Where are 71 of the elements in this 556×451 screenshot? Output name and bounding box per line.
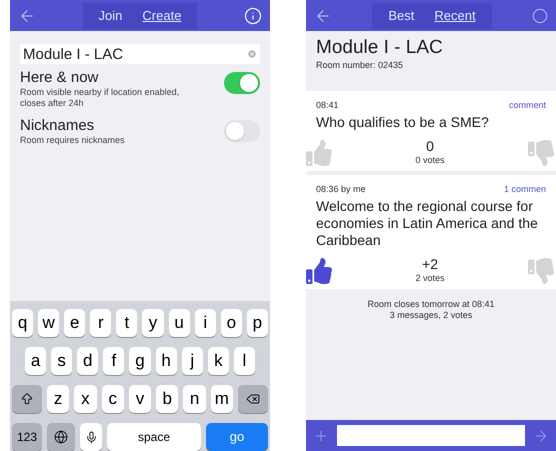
keyboard-key[interactable]: o — [220, 309, 242, 337]
nav-tab[interactable]: Join — [98, 6, 122, 26]
keyboard-key[interactable]: y — [142, 309, 164, 337]
message-meta: 08:36 by me — [316, 182, 366, 196]
shift-icon — [20, 392, 34, 406]
keyboard-key[interactable]: h — [156, 347, 177, 375]
microphone-key[interactable] — [80, 423, 102, 451]
keyboard-key[interactable]: l — [234, 347, 255, 375]
room-name-field[interactable]: Module I - LAC — [20, 44, 260, 64]
room-info-text: 3 messages, 2 votes — [390, 310, 472, 320]
thumbs-up-icon[interactable] — [306, 140, 332, 166]
globe-icon — [54, 430, 68, 444]
keyboard-key[interactable]: v — [128, 385, 152, 413]
keyboard-key[interactable]: i — [194, 309, 216, 337]
keyboard-key[interactable]: f — [103, 347, 124, 375]
keyboard-key[interactable]: r — [90, 309, 112, 337]
message-meta: 08:41 — [316, 98, 339, 112]
keyboard-key[interactable]: b — [156, 385, 178, 413]
keyboard-key[interactable]: c — [102, 385, 124, 413]
keyboard-key[interactable]: n — [183, 385, 206, 413]
toggle-switch[interactable] — [224, 72, 260, 94]
keyboard-key[interactable]: j — [182, 347, 203, 375]
backspace-icon — [246, 392, 260, 406]
comments-link[interactable]: 1 commen — [504, 182, 546, 196]
vote-count: 2 votes — [415, 272, 445, 285]
keyboard-key[interactable]: x — [74, 385, 97, 413]
keyboard-key[interactable]: d — [77, 347, 98, 375]
clear-icon[interactable] — [247, 49, 257, 59]
keyboard-key[interactable]: p — [246, 309, 268, 337]
nav-tab[interactable]: Create — [142, 6, 182, 26]
room-number: Room number: 02435 — [316, 59, 404, 72]
keyboard-key[interactable]: a — [25, 347, 46, 375]
shift-key[interactable] — [12, 385, 42, 413]
keyboard-key[interactable]: e — [64, 309, 86, 337]
setting-description: Room requires nicknames — [20, 135, 126, 146]
space-key[interactable]: space — [107, 423, 201, 451]
circle-icon[interactable] — [532, 8, 548, 24]
keyboard-key[interactable]: s — [51, 347, 72, 375]
vote-score: 0 — [426, 139, 434, 154]
thumbs-up-icon[interactable] — [306, 258, 332, 284]
thumbs-down-icon[interactable] — [528, 258, 554, 284]
vote-count: 0 votes — [415, 154, 445, 167]
room-info-text: Room closes tomorrow at 08:41 — [367, 298, 495, 310]
go-key[interactable]: go — [206, 423, 268, 451]
keyboard-key[interactable]: z — [47, 385, 70, 413]
comments-link[interactable]: comment — [508, 98, 546, 112]
setting-description: Room visible nearby if location enabled, closes after 24h — [20, 87, 180, 109]
backspace-key[interactable] — [238, 385, 268, 413]
vote-score: +2 — [422, 257, 438, 272]
keyboard-key[interactable]: t — [116, 309, 138, 337]
nav-tab[interactable]: Recent — [434, 6, 476, 26]
keyboard-key[interactable]: u — [168, 309, 190, 337]
keyboard-key[interactable]: w — [38, 309, 60, 337]
info-icon[interactable] — [244, 6, 262, 24]
microphone-icon — [84, 430, 98, 444]
setting-title: Nicknames — [20, 117, 96, 135]
field-value: Module I - LAC — [23, 46, 124, 62]
keyboard-key[interactable]: k — [208, 347, 229, 375]
message-input[interactable] — [337, 425, 525, 446]
globe-key[interactable] — [47, 423, 75, 451]
room-title: Module I - LAC — [316, 37, 444, 59]
setting-title: Here & now — [20, 69, 100, 87]
toggle-switch[interactable] — [224, 120, 260, 142]
message-text: Welcome to the regional course for economies in Latin America and the Caribbean — [315, 198, 539, 249]
nav-tab[interactable]: Best — [388, 6, 414, 26]
keyboard-key[interactable]: q — [12, 309, 34, 337]
keyboard-key[interactable]: m — [210, 385, 233, 413]
keyboard-key[interactable]: g — [129, 347, 151, 375]
numbers-key[interactable]: 123 — [12, 423, 42, 451]
thumbs-down-icon[interactable] — [528, 140, 554, 166]
message-text: Who qualifies to be a SME? — [315, 114, 490, 131]
